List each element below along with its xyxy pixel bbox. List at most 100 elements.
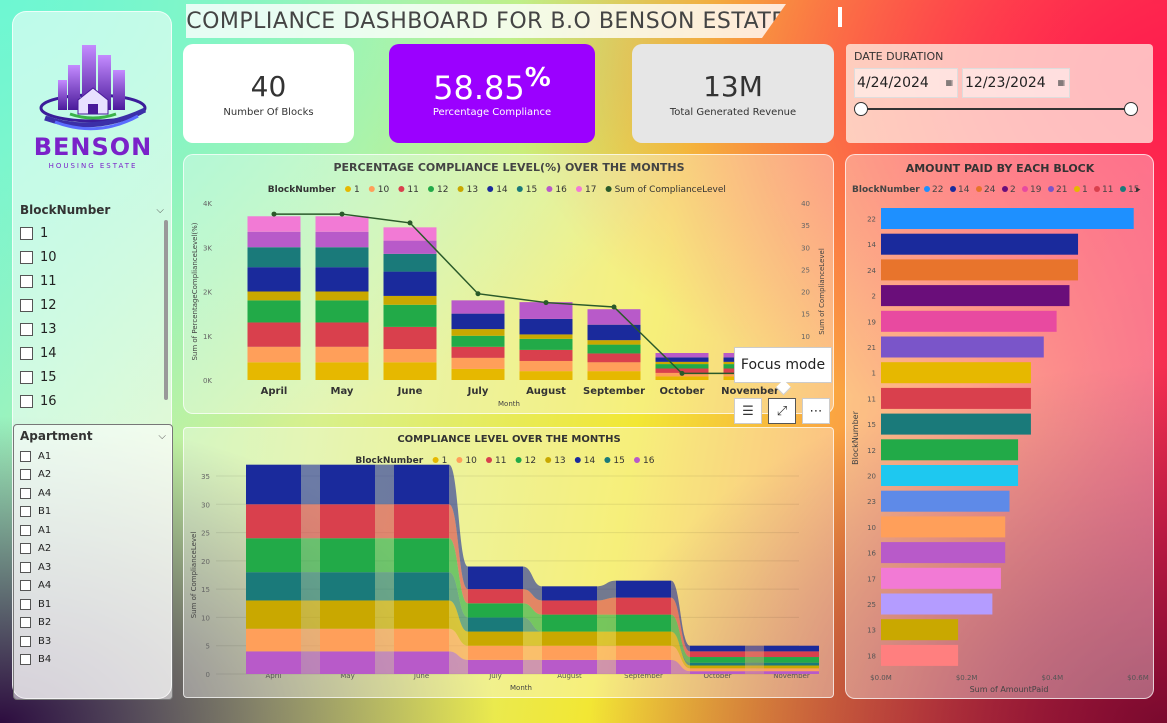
slicer-item[interactable]: 16 [20, 389, 170, 413]
checkbox[interactable] [20, 298, 33, 312]
calendar-icon[interactable]: ▦ [945, 69, 953, 97]
kpi-total-revenue: 13M Total Generated Revenue [632, 44, 834, 143]
checkbox[interactable] [20, 394, 33, 408]
checkbox[interactable] [20, 506, 31, 518]
start-date-input[interactable]: 4/24/2024 ▦ [854, 68, 958, 98]
legend-title: BlockNumber [852, 185, 920, 195]
slicer-item[interactable]: A4 [20, 577, 166, 596]
bar-segment [519, 338, 573, 350]
start-date-value: 4/24/2024 [857, 75, 929, 91]
legend-label: 11 [407, 185, 418, 195]
slicer-item[interactable]: 12 [20, 293, 170, 317]
slicer-item[interactable]: A3 [20, 558, 166, 577]
date-range-track[interactable] [860, 108, 1132, 110]
line-point [271, 211, 277, 217]
slicer-item[interactable]: B1 [20, 503, 166, 522]
filter-icon[interactable]: ☰ [734, 398, 762, 424]
ribbon-segment [468, 659, 523, 674]
compliance-level-chart: COMPLIANCE LEVEL OVER THE MONTHS BlockNum… [183, 427, 834, 698]
slicer-item[interactable]: B4 [20, 651, 166, 670]
checkbox[interactable] [20, 524, 31, 536]
slicer-item[interactable]: 11 [20, 269, 170, 293]
checkbox[interactable] [20, 469, 31, 481]
checkbox[interactable] [20, 580, 31, 592]
ribbon [597, 645, 616, 660]
slicer-item[interactable]: 14 [20, 341, 170, 365]
legend-label: 22 [932, 185, 943, 195]
slicer-item[interactable]: A1 [20, 447, 166, 466]
date-range-start-handle[interactable] [854, 102, 868, 116]
checkbox[interactable] [20, 346, 33, 360]
ribbon-segment [616, 614, 671, 632]
ribbon-segment [320, 600, 375, 629]
slicer-item[interactable]: 15 [20, 365, 170, 389]
checkbox[interactable] [20, 654, 31, 666]
date-duration-slicer[interactable]: DATE DURATION 4/24/2024 ▦ 12/23/2024 ▦ [846, 44, 1153, 143]
y-tick-label: 17 [867, 575, 876, 583]
calendar-icon[interactable]: ▦ [1057, 69, 1065, 97]
slicer-item[interactable]: A2 [20, 466, 166, 485]
end-date-input[interactable]: 12/23/2024 ▦ [962, 68, 1070, 98]
apartment-slicer[interactable]: Apartment ⌵ A1 A2 A4 B1 A1 A2 A3 A4 B1 B… [13, 424, 173, 700]
x-tick-label: August [526, 386, 566, 397]
ribbon [375, 572, 394, 601]
slicer-item[interactable]: A2 [20, 540, 166, 559]
ribbon-segment [394, 464, 449, 505]
bar-segment [655, 361, 709, 365]
checkbox[interactable] [20, 635, 31, 647]
more-options-icon[interactable]: ⋯ [802, 398, 830, 424]
chevron-down-icon[interactable]: ⌵ [158, 431, 166, 442]
ribbon [745, 651, 764, 658]
checkbox[interactable] [20, 617, 31, 629]
legend-marker [368, 186, 375, 192]
slicer-item[interactable]: 10 [20, 245, 170, 269]
bar-segment [383, 349, 437, 363]
checkbox[interactable] [20, 370, 33, 384]
checkbox[interactable] [20, 487, 31, 499]
ribbon-segment [394, 628, 449, 652]
bar [881, 644, 959, 666]
y-tick-label: 20 [201, 558, 210, 566]
slicer-item[interactable]: A4 [20, 484, 166, 503]
x-axis-label: Month [498, 400, 520, 408]
block-number-slicer[interactable]: BlockNumber ⌵ 1 10 11 12 13 14 15 16 [20, 200, 170, 410]
checkbox[interactable] [20, 322, 33, 336]
checkbox[interactable] [20, 561, 31, 573]
bar [881, 465, 1019, 486]
legend-label: 13 [467, 185, 478, 195]
slicer-item[interactable]: B2 [20, 614, 166, 633]
bar [881, 516, 1006, 538]
tooltip-text: Focus mode [740, 357, 826, 373]
slicer-item[interactable]: B3 [20, 632, 166, 651]
ribbon [597, 614, 616, 632]
block-slicer-scrollbar[interactable] [164, 220, 168, 400]
checkbox[interactable] [20, 226, 33, 240]
bar-segment [247, 346, 301, 363]
checkbox[interactable] [20, 274, 33, 288]
checkbox[interactable] [20, 450, 31, 462]
ribbon [301, 628, 320, 652]
bar-segment [587, 353, 641, 363]
logo-sub: HOUSING ESTATE [49, 162, 138, 170]
ribbon [375, 651, 394, 674]
ribbon-segment [690, 668, 745, 672]
checkbox[interactable] [20, 598, 31, 610]
legend-label: Sum of ComplianceLevel [615, 185, 726, 195]
ribbon-segment [320, 538, 375, 573]
chart-title: COMPLIANCE LEVEL OVER THE MONTHS [397, 434, 620, 445]
bar-segment [451, 300, 505, 314]
slicer-item[interactable]: B1 [20, 595, 166, 614]
checkbox[interactable] [20, 543, 31, 555]
ribbon [745, 671, 764, 674]
bar-segment [655, 357, 709, 362]
y-tick-label: 20 [867, 473, 876, 481]
slicer-item[interactable]: 13 [20, 317, 170, 341]
checkbox[interactable] [20, 250, 33, 264]
slicer-item[interactable]: A1 [20, 521, 166, 540]
focus-mode-icon[interactable]: ⤢ [768, 398, 796, 424]
chevron-down-icon[interactable]: ⌵ [156, 205, 164, 216]
date-range-end-handle[interactable] [1124, 102, 1138, 116]
slicer-item[interactable]: 1 [20, 221, 170, 245]
bar-segment [383, 326, 437, 350]
slicer-item-label: 16 [40, 393, 57, 409]
